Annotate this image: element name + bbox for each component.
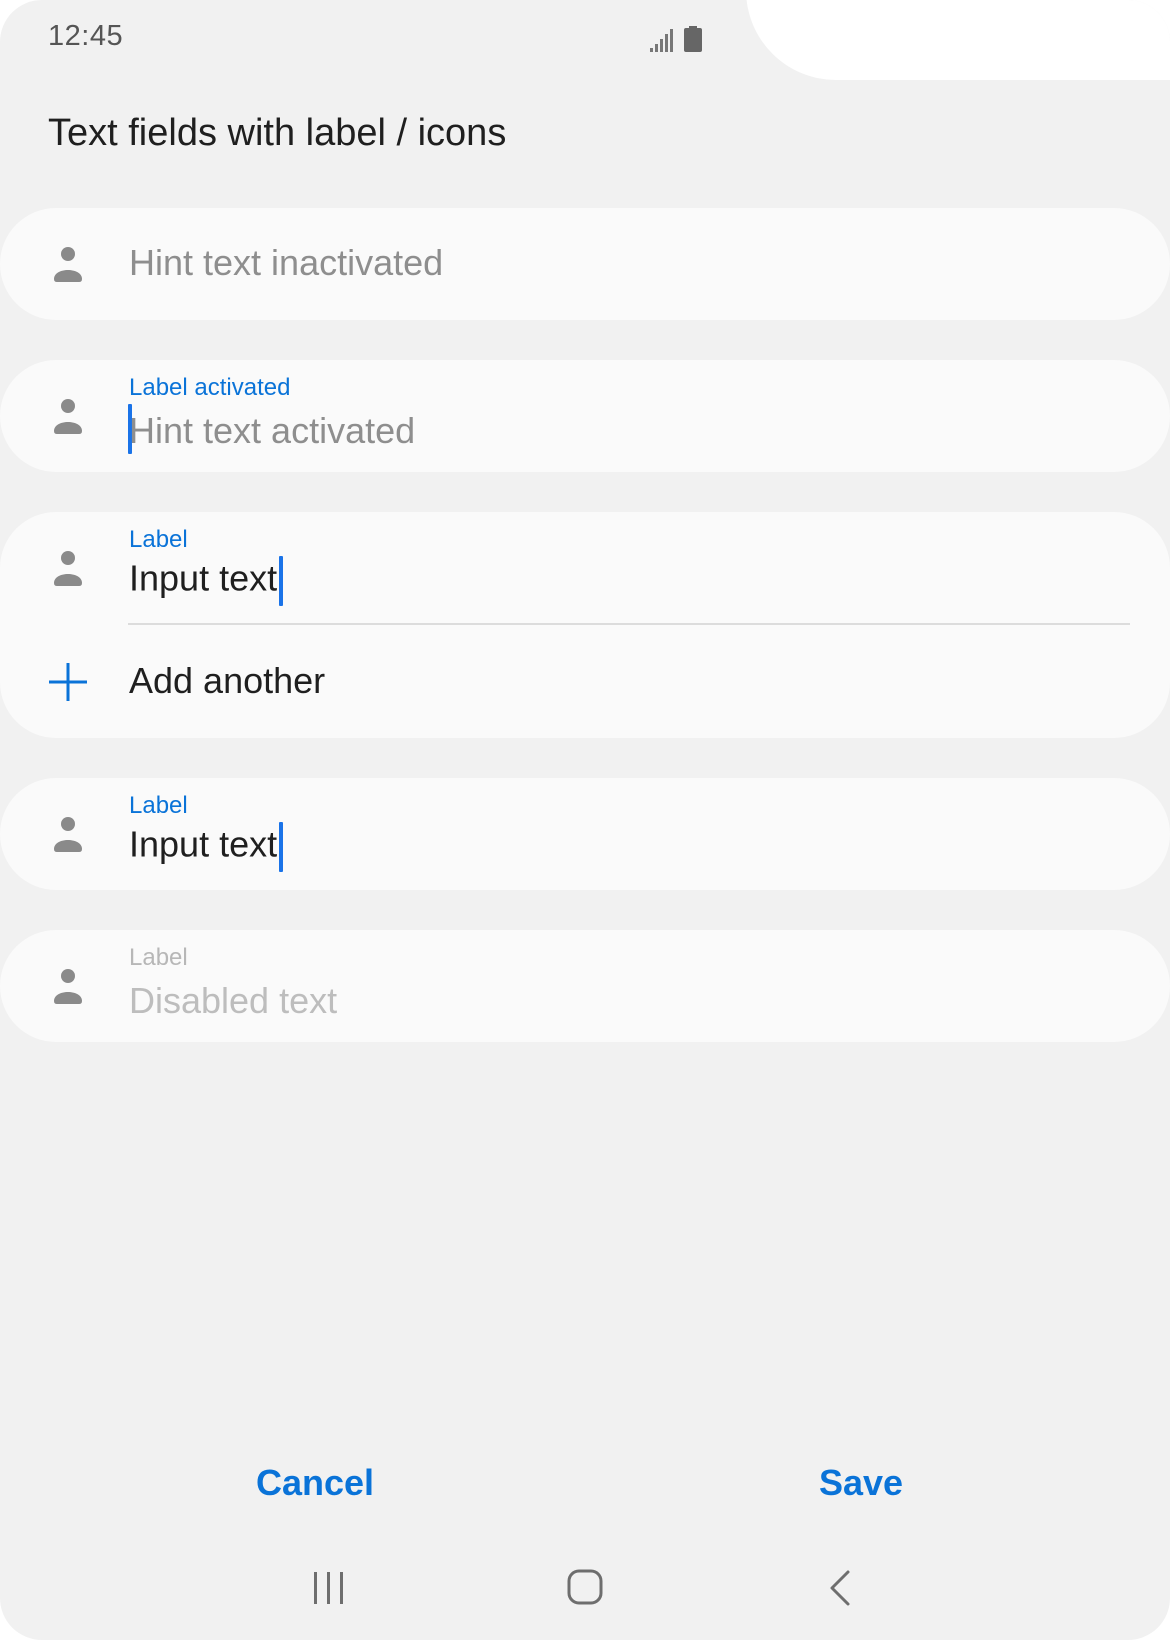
field-label: Label activated (129, 374, 291, 401)
cancel-button[interactable]: Cancel (256, 1462, 374, 1504)
input-value: Input text (129, 823, 278, 865)
text-field-focused[interactable]: Label Input text (0, 778, 1170, 890)
add-another-button[interactable]: Add another (129, 660, 325, 702)
signal-icon (650, 29, 673, 52)
recent-apps-icon[interactable] (310, 1568, 346, 1608)
input-value: Input text (129, 557, 278, 599)
status-time: 12:45 (48, 20, 124, 52)
text-field-with-add: Label Input text Add another (0, 512, 1170, 738)
text-cursor (279, 822, 284, 872)
person-icon (54, 551, 82, 586)
text-field-inactive[interactable]: Hint text inactivated (0, 208, 1170, 320)
input-text[interactable]: Input text (129, 556, 284, 606)
person-icon (54, 247, 82, 282)
text-field-activated[interactable]: Label activated Hint text activated (0, 360, 1170, 472)
hint-text: Hint text activated (129, 410, 416, 451)
hint-text: Hint text inactivated (129, 242, 444, 283)
battery-icon (684, 26, 702, 52)
text-field-disabled: Label Disabled text (0, 930, 1170, 1042)
person-icon (54, 399, 82, 434)
person-icon (54, 969, 82, 1004)
disabled-text: Disabled text (129, 980, 338, 1021)
plus-icon[interactable] (49, 663, 87, 701)
input-text[interactable]: Input text (129, 822, 284, 872)
field-label: Label (129, 944, 188, 971)
save-button[interactable]: Save (819, 1462, 903, 1504)
text-cursor (279, 556, 284, 606)
field-label: Label (129, 526, 188, 553)
camera-cutout (746, 0, 1170, 80)
back-icon[interactable] (826, 1568, 854, 1608)
field-label: Label (129, 792, 188, 819)
person-icon (54, 817, 82, 852)
home-icon[interactable] (566, 1568, 604, 1606)
divider (128, 623, 1130, 625)
screen: 12:45 Text fields with label / icons Hin… (0, 0, 1170, 1640)
page-title: Text fields with label / icons (48, 112, 507, 154)
